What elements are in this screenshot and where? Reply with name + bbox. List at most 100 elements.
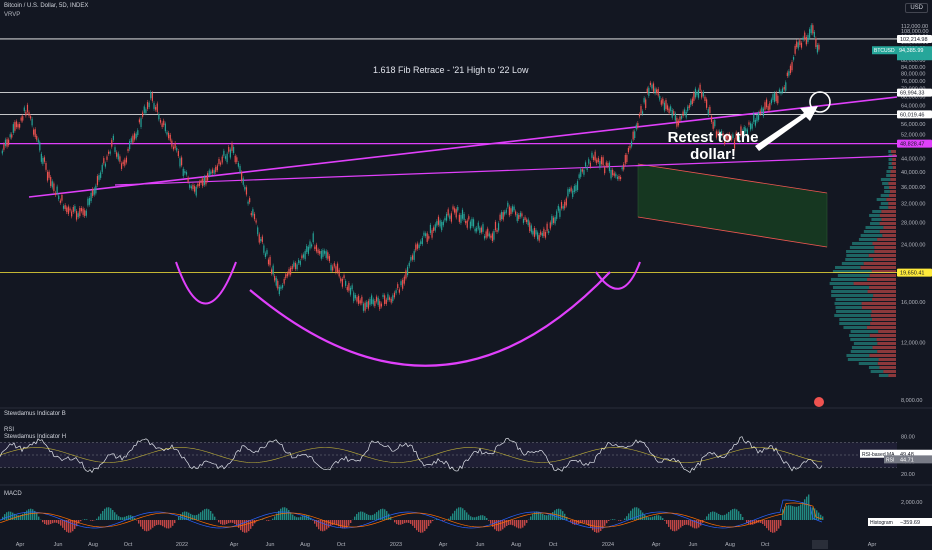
- volume-bar: [892, 162, 896, 165]
- candle: [764, 102, 765, 110]
- rsi-axis-tick: 20.00: [901, 472, 915, 478]
- volume-bar: [877, 198, 887, 201]
- candle: [418, 245, 419, 248]
- volume-bar: [889, 194, 896, 197]
- candle: [665, 100, 666, 109]
- candle: [490, 236, 491, 238]
- macd-histogram-bar: [178, 517, 179, 520]
- macd-histogram-bar: [54, 520, 55, 523]
- candle: [142, 112, 143, 116]
- macd-histogram-bar: [142, 520, 143, 529]
- candle: [345, 281, 346, 286]
- time-axis-tick: Jun: [266, 542, 275, 548]
- macd-histogram-bar: [120, 517, 121, 520]
- candle: [71, 212, 72, 217]
- volume-bar: [848, 358, 879, 361]
- candle: [384, 295, 385, 304]
- candle: [790, 66, 791, 73]
- volume-bar: [846, 250, 874, 253]
- macd-axis-tick: 2,000.00: [901, 500, 922, 506]
- candle: [149, 103, 150, 107]
- candle: [529, 222, 530, 231]
- candle: [17, 124, 18, 127]
- macd-histogram-bar: [536, 511, 537, 520]
- macd-histogram-bar: [542, 514, 543, 520]
- macd-histogram-bar: [416, 520, 417, 530]
- macd-histogram-bar: [342, 520, 343, 528]
- candle: [21, 118, 22, 121]
- volume-bar: [831, 294, 873, 297]
- macd-histogram-bar: [458, 507, 459, 520]
- macd-histogram-bar: [590, 520, 591, 528]
- macd-histogram-bar: [58, 520, 59, 524]
- candle: [157, 104, 158, 112]
- volume-bar: [888, 166, 892, 169]
- macd-histogram-bar: [636, 507, 637, 520]
- candle: [306, 246, 307, 252]
- macd-histogram-bar: [770, 520, 771, 532]
- macd-histogram-bar: [718, 514, 719, 520]
- macd-histogram-bar: [674, 520, 675, 531]
- candle: [65, 205, 66, 209]
- candle: [116, 152, 117, 156]
- candle: [162, 123, 163, 127]
- macd-histogram-bar: [144, 520, 145, 531]
- candle: [609, 163, 610, 172]
- macd-histogram-bar: [174, 520, 175, 523]
- fib-retrace-note: 1.618 Fib Retrace - '21 High to '22 Low: [373, 65, 529, 75]
- volume-bar: [873, 242, 896, 245]
- candle: [61, 195, 62, 201]
- candle: [212, 170, 213, 174]
- price-chart[interactable]: 112,000.00108,000.00104,000.00100,000.00…: [0, 0, 932, 550]
- candle: [192, 185, 193, 189]
- candle: [52, 181, 53, 187]
- time-axis-tick: 2024: [602, 542, 614, 548]
- candle: [356, 297, 357, 301]
- macd-histogram-bar: [638, 508, 639, 520]
- candle: [389, 297, 390, 299]
- volume-bar: [890, 178, 896, 181]
- candle: [97, 176, 98, 185]
- candle: [462, 210, 463, 219]
- macd-histogram-bar: [738, 511, 739, 520]
- macd-histogram-bar: [478, 516, 479, 520]
- macd-histogram-bar: [370, 515, 371, 520]
- candle: [147, 102, 148, 109]
- candle: [175, 143, 176, 148]
- macd-histogram-bar: [678, 520, 679, 529]
- volume-bar: [871, 314, 896, 317]
- macd-histogram-bar: [378, 510, 379, 520]
- candle: [41, 154, 42, 162]
- candle: [585, 162, 586, 166]
- macd-histogram-bar: [612, 519, 613, 520]
- macd-histogram-bar: [122, 517, 123, 520]
- candle: [528, 219, 529, 225]
- candle: [94, 189, 95, 195]
- candle: [543, 229, 544, 236]
- candle: [634, 131, 635, 138]
- candle: [35, 129, 36, 137]
- candle: [686, 112, 687, 118]
- candle: [209, 171, 210, 176]
- candle: [296, 264, 297, 269]
- candle: [590, 163, 591, 167]
- macd-histogram-bar: [86, 519, 87, 520]
- candle: [348, 283, 349, 291]
- macd-histogram-bar: [730, 510, 731, 520]
- candle: [335, 266, 336, 272]
- volume-bar: [861, 266, 896, 269]
- candle: [247, 202, 248, 204]
- macd-histogram-bar: [8, 511, 9, 520]
- candle: [425, 233, 426, 236]
- candle: [210, 172, 211, 175]
- macd-histogram-bar: [510, 520, 511, 525]
- candle: [33, 130, 34, 135]
- candle: [414, 251, 415, 260]
- time-axis-tick: Oct: [549, 542, 558, 548]
- candle: [260, 239, 261, 241]
- macd-histogram-bar: [412, 520, 413, 526]
- candle: [495, 222, 496, 230]
- volume-bar: [881, 194, 889, 197]
- candle: [144, 106, 145, 112]
- macd-histogram-bar: [290, 512, 291, 520]
